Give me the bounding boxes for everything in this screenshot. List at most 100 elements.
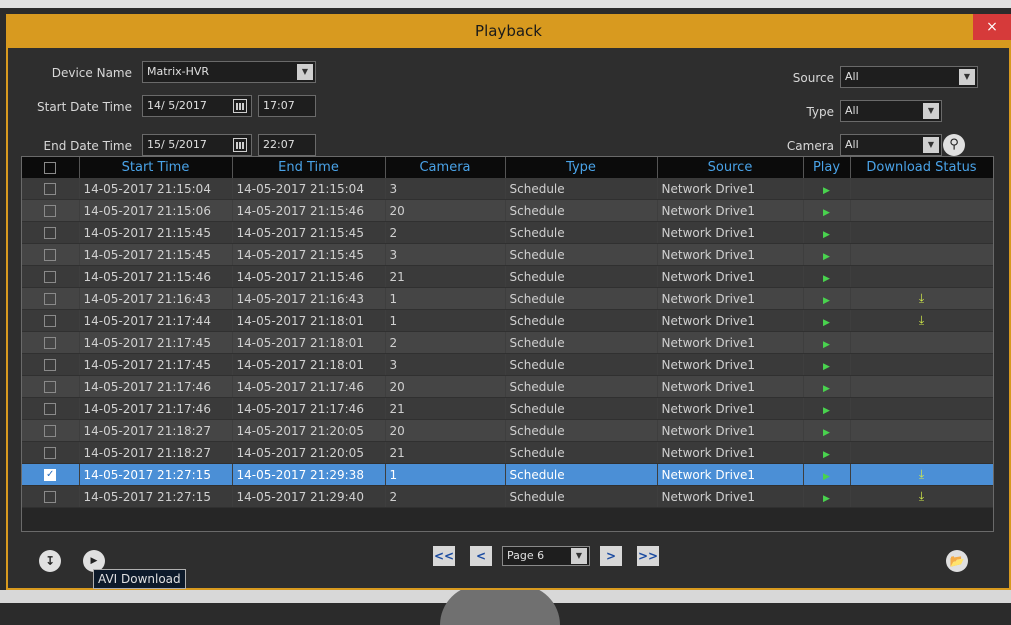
table-row[interactable]: 14-05-2017 21:15:04 14-05-2017 21:15:04 3 S… <box>22 178 993 200</box>
table-row[interactable]: 14-05-2017 21:17:46 14-05-2017 21:17:46 21… <box>22 397 993 420</box>
play-cell[interactable]: ▶ <box>803 243 851 266</box>
row-checkbox[interactable] <box>44 447 57 459</box>
start-time-field[interactable]: 17:07 <box>258 95 316 117</box>
download-icon[interactable]: ↧ <box>39 550 61 572</box>
camera-select[interactable]: All ▼ <box>840 134 942 156</box>
end-date-field[interactable]: 15/ 5/2017 <box>142 134 252 156</box>
play-cell[interactable]: ▶ <box>803 265 851 288</box>
select-all-header[interactable] <box>22 157 80 178</box>
select-all-checkbox[interactable] <box>44 161 57 174</box>
table-row[interactable]: 14-05-2017 21:15:45 14-05-2017 21:15:45 2 S… <box>22 221 993 244</box>
column-header-play[interactable]: Play <box>803 157 851 178</box>
table-row[interactable]: 14-05-2017 21:18:27 14-05-2017 21:20:05 20… <box>22 419 993 442</box>
play-icon[interactable]: ▶ <box>823 472 830 482</box>
column-header-type[interactable]: Type <box>505 157 658 178</box>
table-row[interactable]: 14-05-2017 21:27:15 14-05-2017 21:29:40 2 S… <box>22 485 993 508</box>
prev-page-button[interactable]: < <box>470 546 492 566</box>
first-page-button[interactable]: << <box>433 546 455 566</box>
device-name-select[interactable]: Matrix-HVR ▼ <box>142 61 316 83</box>
page-select[interactable]: Page 6 ▼ <box>502 546 590 566</box>
table-row[interactable]: 14-05-2017 21:17:45 14-05-2017 21:18:01 2 S… <box>22 331 993 354</box>
row-checkbox[interactable] <box>44 271 57 283</box>
folder-open-icon[interactable]: 📂 <box>946 550 968 572</box>
type-select[interactable]: All ▼ <box>840 100 942 122</box>
play-icon[interactable]: ▶ <box>823 340 830 350</box>
table-row[interactable]: 14-05-2017 21:16:43 14-05-2017 21:16:43 1 S… <box>22 287 993 310</box>
row-checkbox[interactable] <box>44 337 57 349</box>
row-checkbox[interactable] <box>44 249 57 261</box>
play-cell[interactable]: ▶ <box>803 221 851 244</box>
play-icon[interactable]: ▶ <box>823 230 830 240</box>
row-checkbox[interactable] <box>44 227 57 239</box>
row-select-cell[interactable] <box>22 199 80 222</box>
row-checkbox[interactable] <box>44 315 57 327</box>
table-row[interactable]: 14-05-2017 21:15:06 14-05-2017 21:15:46 20… <box>22 199 993 222</box>
play-cell[interactable]: ▶ <box>803 331 851 354</box>
row-select-cell[interactable]: ✓ <box>22 463 80 486</box>
row-select-cell[interactable] <box>22 178 80 200</box>
play-icon[interactable]: ▶ <box>823 406 830 416</box>
play-icon[interactable]: ▶ <box>823 494 830 504</box>
next-page-button[interactable]: > <box>600 546 622 566</box>
row-checkbox[interactable] <box>44 403 57 415</box>
start-date-field[interactable]: 14/ 5/2017 <box>142 95 252 117</box>
play-cell[interactable]: ▶ <box>803 463 851 486</box>
play-cell[interactable]: ▶ <box>803 287 851 310</box>
play-icon[interactable]: ▶ <box>823 362 830 372</box>
row-select-cell[interactable] <box>22 353 80 376</box>
play-cell[interactable]: ▶ <box>803 353 851 376</box>
column-header-source[interactable]: Source <box>657 157 804 178</box>
play-icon[interactable]: ▶ <box>823 252 830 262</box>
row-checkbox[interactable] <box>44 425 57 437</box>
row-checkbox[interactable] <box>44 359 57 371</box>
table-row[interactable]: 14-05-2017 21:18:27 14-05-2017 21:20:05 21… <box>22 441 993 464</box>
row-checkbox[interactable]: ✓ <box>44 469 57 481</box>
play-icon[interactable]: ▶ <box>823 384 830 394</box>
table-row[interactable]: 14-05-2017 21:17:44 14-05-2017 21:18:01 1 S… <box>22 309 993 332</box>
play-cell[interactable]: ▶ <box>803 199 851 222</box>
row-select-cell[interactable] <box>22 419 80 442</box>
end-time-field[interactable]: 22:07 <box>258 134 316 156</box>
search-icon[interactable]: ⚲ <box>943 134 965 156</box>
play-cell[interactable]: ▶ <box>803 309 851 332</box>
row-select-cell[interactable] <box>22 485 80 508</box>
row-select-cell[interactable] <box>22 287 80 310</box>
row-select-cell[interactable] <box>22 397 80 420</box>
calendar-icon[interactable] <box>233 99 247 113</box>
play-cell[interactable]: ▶ <box>803 397 851 420</box>
source-select[interactable]: All ▼ <box>840 66 978 88</box>
play-icon[interactable]: ▶ <box>823 428 830 438</box>
row-checkbox[interactable] <box>44 293 57 305</box>
play-cell[interactable]: ▶ <box>803 178 851 200</box>
row-checkbox[interactable] <box>44 205 57 217</box>
row-select-cell[interactable] <box>22 331 80 354</box>
play-icon[interactable]: ▶ <box>823 274 830 284</box>
column-header-start-time[interactable]: Start Time <box>79 157 233 178</box>
row-select-cell[interactable] <box>22 243 80 266</box>
play-cell[interactable]: ▶ <box>803 441 851 464</box>
play-icon[interactable]: ▶ <box>823 208 830 218</box>
play-icon[interactable]: ▶ <box>823 450 830 460</box>
play-cell[interactable]: ▶ <box>803 419 851 442</box>
column-header-camera[interactable]: Camera <box>385 157 506 178</box>
row-select-cell[interactable] <box>22 221 80 244</box>
table-row[interactable]: ✓ 14-05-2017 21:27:15 14-05-2017 21:29:38 1… <box>22 463 993 486</box>
close-button[interactable]: × <box>973 14 1011 40</box>
row-select-cell[interactable] <box>22 309 80 332</box>
calendar-icon[interactable] <box>233 138 247 152</box>
last-page-button[interactable]: >> <box>637 546 659 566</box>
row-select-cell[interactable] <box>22 265 80 288</box>
row-checkbox[interactable] <box>44 183 57 195</box>
play-cell[interactable]: ▶ <box>803 375 851 398</box>
row-checkbox[interactable] <box>44 491 57 503</box>
table-row[interactable]: 14-05-2017 21:15:45 14-05-2017 21:15:45 3 S… <box>22 243 993 266</box>
play-cell[interactable]: ▶ <box>803 485 851 508</box>
play-icon[interactable]: ▶ <box>823 296 830 306</box>
play-icon[interactable]: ▶ <box>823 186 830 196</box>
table-row[interactable]: 14-05-2017 21:17:45 14-05-2017 21:18:01 3 S… <box>22 353 993 376</box>
row-select-cell[interactable] <box>22 441 80 464</box>
column-header-end-time[interactable]: End Time <box>232 157 386 178</box>
table-row[interactable]: 14-05-2017 21:15:46 14-05-2017 21:15:46 21… <box>22 265 993 288</box>
row-select-cell[interactable] <box>22 375 80 398</box>
column-header-download-status[interactable]: Download Status <box>850 157 993 178</box>
